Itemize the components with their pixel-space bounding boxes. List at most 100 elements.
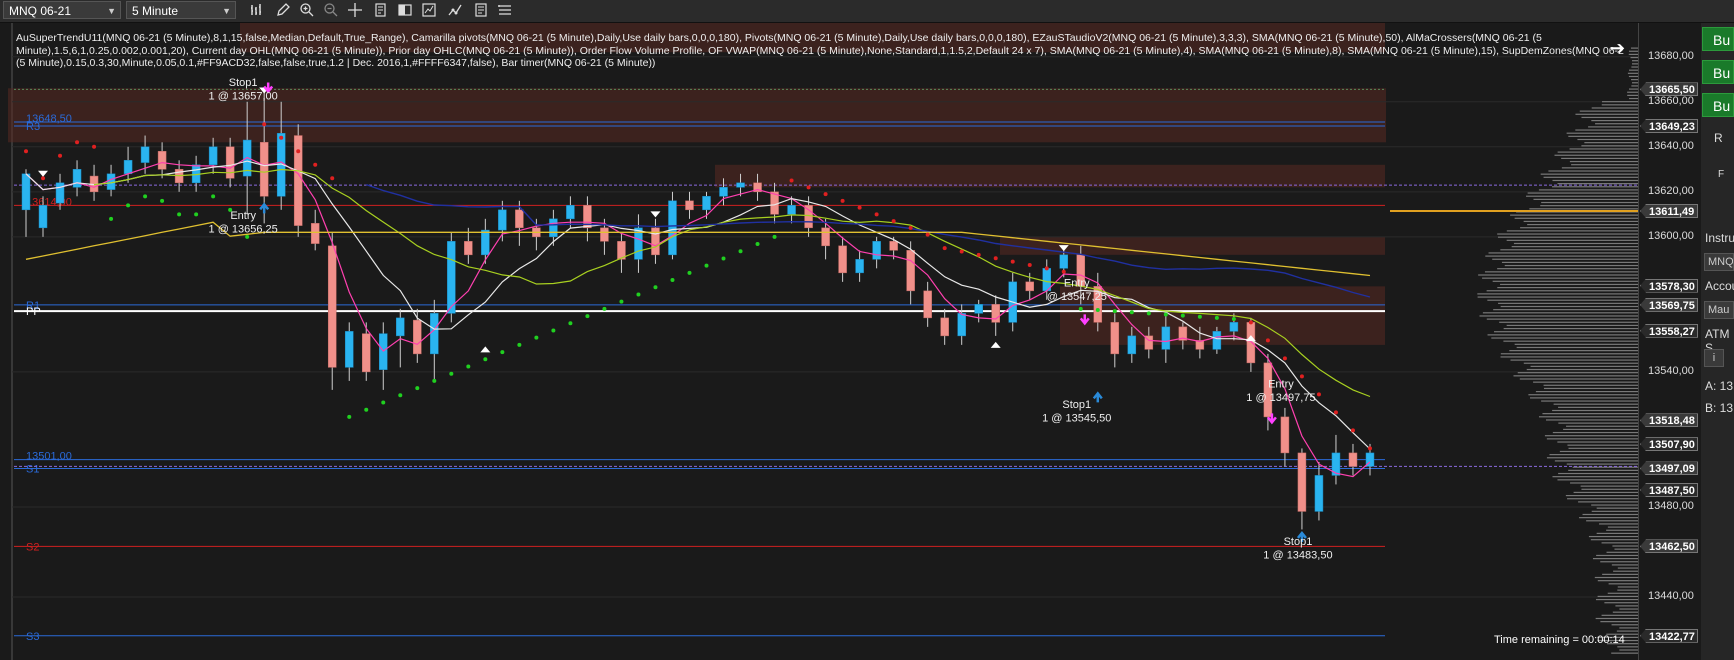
pivot-level-label: S2 — [26, 541, 39, 553]
trade-annotation: Stop1 — [1062, 399, 1091, 411]
properties-icon[interactable] — [372, 2, 390, 20]
pencil-icon[interactable] — [274, 2, 292, 20]
supertrend-dot — [1061, 269, 1066, 274]
volume-profile-bar — [1543, 384, 1638, 386]
price-chart[interactable]: R313648,5013614,00R1PP13501,00S1S2S3Stop… — [0, 23, 1640, 660]
templates-icon[interactable] — [472, 2, 490, 20]
volume-profile-bar — [1506, 230, 1638, 232]
supertrend-dot — [1333, 410, 1338, 415]
volume-profile-bar — [1559, 450, 1638, 453]
buy-market-button[interactable]: Bu — [1702, 27, 1734, 51]
volume-profile-bar — [1557, 441, 1638, 443]
volume-profile-bar — [1591, 119, 1638, 122]
volume-profile-bar — [1590, 539, 1638, 541]
supertrend-dot — [211, 194, 216, 199]
volume-profile-bar — [1499, 321, 1638, 323]
volume-profile-bar — [1520, 227, 1638, 229]
volume-profile-bar — [1558, 406, 1638, 408]
volume-profile-bar — [1513, 375, 1638, 377]
strategies-icon[interactable] — [446, 2, 464, 20]
price-marker-label: 13649,23 — [1640, 119, 1698, 134]
candle-body — [1059, 254, 1069, 269]
volume-profile-bar — [1561, 157, 1638, 160]
supertrend-dot — [891, 219, 896, 224]
zoom-out-icon[interactable] — [322, 2, 340, 20]
pivot-level-label: 13501,00 — [26, 451, 72, 463]
volume-profile-bar — [1557, 151, 1638, 153]
volume-profile-bar — [1479, 315, 1638, 317]
supertrend-dot — [160, 198, 165, 203]
volume-profile-bar — [1581, 145, 1638, 147]
info-icon[interactable]: i — [1704, 349, 1724, 367]
price-marker-label: 13611,49 — [1640, 203, 1698, 218]
supertrend-dot — [296, 149, 301, 154]
supertrend-dot — [1282, 356, 1287, 361]
volume-profile-bar — [1617, 646, 1638, 648]
volume-profile-bar — [1573, 491, 1638, 494]
volume-profile-bar — [1615, 605, 1638, 607]
buy-ask-button[interactable]: Bu — [1702, 60, 1734, 84]
account-field[interactable]: Mau — [1704, 301, 1734, 319]
supertrend-dot — [1027, 262, 1032, 267]
volume-profile-bar — [1629, 69, 1638, 71]
volume-profile-bar — [1579, 110, 1638, 112]
supertrend-dot — [687, 270, 692, 275]
volume-profile-bar — [1477, 293, 1638, 295]
volume-profile-bar — [1601, 104, 1638, 106]
price-axis[interactable] — [1638, 23, 1701, 660]
volume-profile-bar — [1628, 75, 1638, 78]
reverse-button[interactable]: R — [1714, 131, 1723, 145]
bars-icon[interactable] — [248, 2, 266, 20]
volume-profile-bar — [1619, 608, 1638, 610]
supertrend-dot — [857, 205, 862, 210]
candle-body — [855, 259, 864, 274]
menu-icon[interactable] — [496, 2, 514, 20]
volume-profile-bar — [1595, 123, 1638, 125]
volume-profile-bar — [1533, 198, 1638, 200]
candle-body — [906, 250, 915, 292]
interval-selector-value: 5 Minute — [132, 4, 179, 18]
instrument-field[interactable]: MNQ — [1704, 253, 1734, 271]
candle-body — [1212, 331, 1222, 350]
expand-arrow-icon[interactable]: ➔ — [1610, 38, 1625, 59]
volume-profile-bar — [1523, 220, 1638, 223]
volume-profile-bar — [1569, 160, 1638, 163]
volume-profile-bar — [1484, 271, 1638, 273]
volume-profile-bar — [1557, 183, 1638, 185]
candle-body — [804, 205, 813, 229]
price-marker-label: 13665,50 — [1640, 82, 1698, 97]
volume-profile-bar — [1477, 296, 1638, 298]
indicator-legend: AuSuperTrendU11(MNQ 06-21 (5 Minute),8,1… — [16, 32, 1624, 69]
buy-bid-button[interactable]: Bu — [1702, 93, 1734, 117]
price-axis-tick: 13640,00 — [1648, 139, 1694, 152]
price-axis-tick: 13540,00 — [1648, 364, 1694, 377]
volume-profile-bar — [1488, 252, 1638, 254]
volume-profile-bar — [1611, 564, 1638, 566]
candle-body — [1280, 416, 1290, 454]
volume-profile-bar — [1516, 346, 1638, 349]
volume-profile-bar — [1627, 91, 1638, 93]
candle-body — [1314, 475, 1324, 512]
indicators-icon[interactable] — [420, 2, 438, 20]
price-axis-tick: 13600,00 — [1648, 229, 1694, 242]
data-box-icon[interactable] — [396, 2, 414, 20]
volume-profile-bar — [1619, 649, 1638, 651]
supertrend-dot — [381, 400, 386, 405]
crosshair-icon[interactable] — [346, 2, 364, 20]
volume-profile-bar — [1509, 350, 1638, 352]
supertrend-dot — [925, 232, 930, 237]
flatten-button[interactable]: F — [1718, 169, 1724, 180]
supertrend-dot — [823, 192, 828, 197]
supertrend-dot — [24, 149, 28, 154]
volume-profile-bar — [1571, 164, 1638, 166]
volume-profile-bar — [1567, 444, 1638, 446]
volume-profile-bar — [1578, 501, 1638, 503]
interval-selector[interactable]: 5 Minute ▼ — [126, 1, 236, 19]
supertrend-dot — [1163, 312, 1168, 317]
zoom-in-icon[interactable] — [298, 2, 316, 20]
volume-profile-bar — [1492, 258, 1638, 260]
chart-panel[interactable]: R3 13648,50 13614,00 R1 PP 13501,00 S1 S2 S3 Stop… — [0, 23, 1640, 660]
supertrend-dot — [1044, 266, 1049, 271]
instrument-selector[interactable]: MNQ 06-21 ▼ — [3, 1, 121, 19]
volume-profile-bar — [1577, 138, 1638, 141]
